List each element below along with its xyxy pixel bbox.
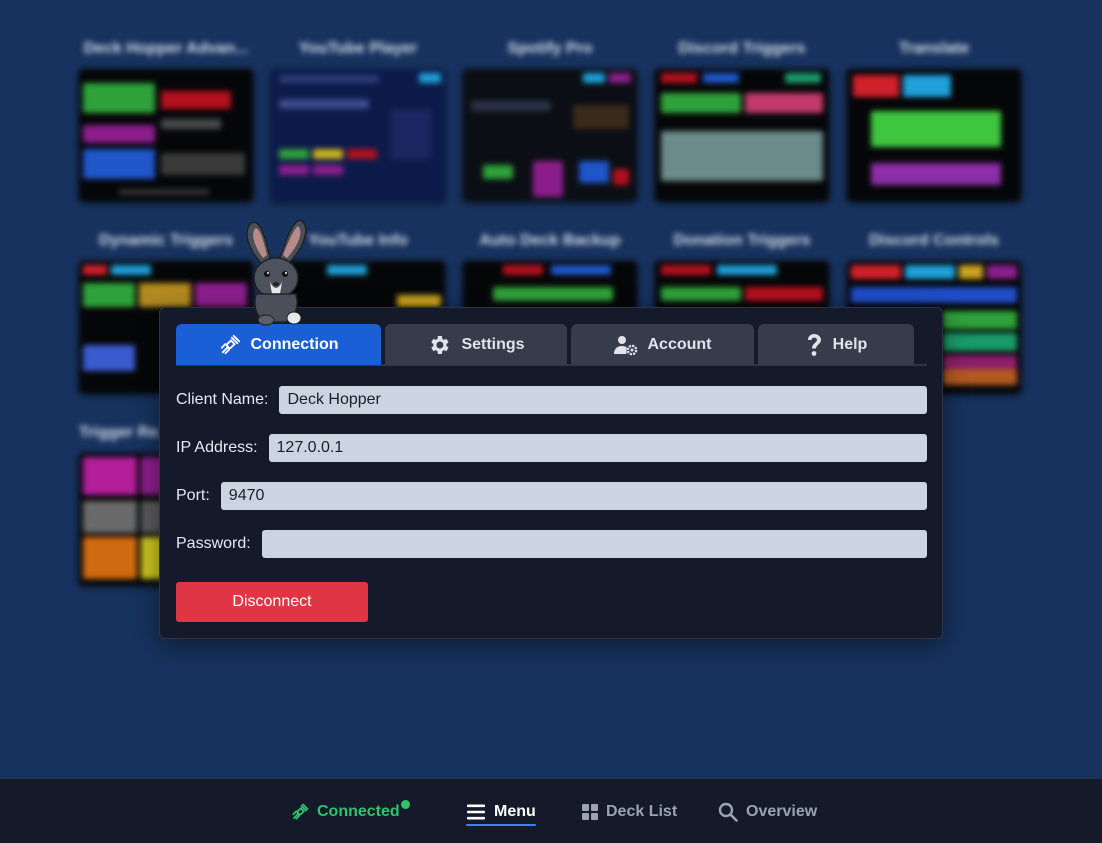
deck-title: Discord Controls [869, 232, 999, 249]
ip-address-row: IP Address: [176, 434, 927, 462]
tab-connection-label: Connection [250, 335, 339, 353]
rabbit-mascot-icon [246, 219, 307, 326]
tab-help[interactable]: Help [758, 324, 914, 365]
dialog-tabs: Connection Settings Account Help [176, 324, 927, 366]
deck-card[interactable]: Spotify Pro [463, 37, 637, 201]
password-input[interactable] [261, 530, 927, 558]
deck-title: Dynamic Triggers [98, 232, 234, 249]
deck-title: Deck Hopper Advan... [83, 40, 249, 57]
deck-card[interactable]: Deck Hopper Advan... [79, 37, 253, 201]
port-input[interactable] [220, 482, 927, 510]
deck-title: Spotify Pro [507, 40, 593, 57]
deck-title: Discord Triggers [678, 40, 806, 57]
deck-title: Auto Deck Backup [479, 232, 621, 249]
connected-label: Connected [317, 802, 400, 820]
grid-icon [582, 803, 598, 820]
search-icon [718, 802, 738, 822]
plug-icon [292, 803, 309, 820]
gear-icon [431, 335, 449, 354]
question-icon [807, 333, 821, 356]
client-name-label: Client Name: [176, 391, 269, 408]
deck-title: Translate [898, 40, 970, 57]
tab-help-label: Help [832, 335, 868, 353]
nav-connection-status[interactable]: Connected [291, 779, 400, 843]
deck-card[interactable]: Translate [847, 37, 1021, 201]
menu-label: Menu [494, 802, 536, 820]
plug-icon [220, 334, 240, 354]
nav-deck-list[interactable]: Deck List [582, 779, 677, 843]
deck-card[interactable]: YouTube Player [271, 37, 445, 201]
port-row: Port: [176, 482, 927, 510]
deck-list-label: Deck List [606, 802, 678, 820]
tab-settings-label: Settings [461, 335, 525, 353]
port-label: Port: [176, 487, 210, 504]
deck-thumbnail [847, 69, 1021, 201]
deck-card[interactable]: Discord Triggers [655, 37, 829, 201]
overview-label: Overview [746, 802, 818, 820]
deck-thumbnail [79, 69, 253, 201]
client-name-row: Client Name: [176, 386, 927, 414]
disconnect-button[interactable]: Disconnect [176, 582, 368, 622]
ip-address-input[interactable] [268, 434, 927, 462]
bottom-nav: Connected Menu Deck List Overview [0, 778, 1102, 843]
deck-title: YouTube Player [298, 40, 418, 57]
tab-account[interactable]: Account [571, 324, 754, 365]
app-root: Deck Hopper Advan... YouTube Player Spot… [0, 0, 1102, 843]
tab-account-label: Account [647, 335, 712, 353]
user-gear-icon [613, 335, 637, 355]
nav-menu[interactable]: Menu [466, 779, 536, 843]
connection-dialog: Connection Settings Account Help Client … [159, 307, 943, 639]
nav-overview[interactable]: Overview [718, 779, 817, 843]
tab-connection[interactable]: Connection [176, 324, 381, 365]
status-dot [401, 800, 410, 809]
ip-address-label: IP Address: [176, 439, 258, 456]
deck-thumbnail [271, 69, 445, 201]
deck-thumbnail [463, 69, 637, 201]
client-name-input[interactable] [279, 386, 927, 414]
password-label: Password: [176, 535, 251, 552]
active-nav-indicator [466, 824, 536, 826]
deck-title: Donation Triggers [673, 232, 811, 249]
tab-settings[interactable]: Settings [385, 324, 567, 365]
hamburger-icon [467, 804, 485, 819]
deck-thumbnail [655, 69, 829, 201]
password-row: Password: [176, 530, 927, 558]
